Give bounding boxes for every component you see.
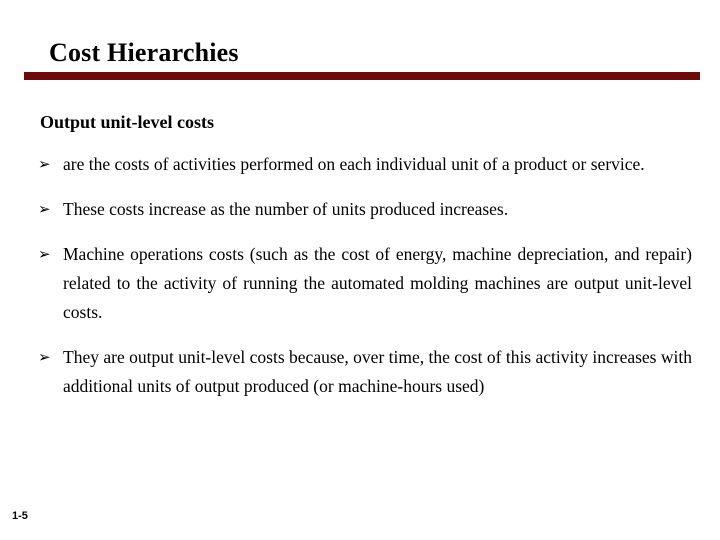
bullet-list: ➢ are the costs of activities performed … [38,150,692,401]
bullet-item: ➢ Machine operations costs (such as the … [38,240,692,327]
bullet-text: They are output unit-level costs because… [63,347,692,396]
bullet-item: ➢ They are output unit-level costs becau… [38,343,692,401]
arrowhead-bullet-icon: ➢ [38,348,51,366]
bullet-text: are the costs of activities performed on… [63,154,645,174]
slide-number: 1-5 [12,510,28,522]
presentation-slide: Cost Hierarchies Output unit-level costs… [0,0,720,540]
bullet-item: ➢ are the costs of activities performed … [38,150,692,179]
subheading: Output unit-level costs [40,112,215,132]
arrowhead-bullet-icon: ➢ [38,155,51,173]
title-underline-rule [24,72,700,80]
bullet-text: Machine operations costs (such as the co… [63,244,692,322]
slide-title: Cost Hierarchies [49,38,239,67]
bullet-text: These costs increase as the number of un… [63,199,509,219]
arrowhead-bullet-icon: ➢ [38,245,51,263]
slide-body: Output unit-level costs ➢ are the costs … [38,110,692,401]
arrowhead-bullet-icon: ➢ [38,200,51,218]
bullet-item: ➢ These costs increase as the number of … [38,195,692,224]
